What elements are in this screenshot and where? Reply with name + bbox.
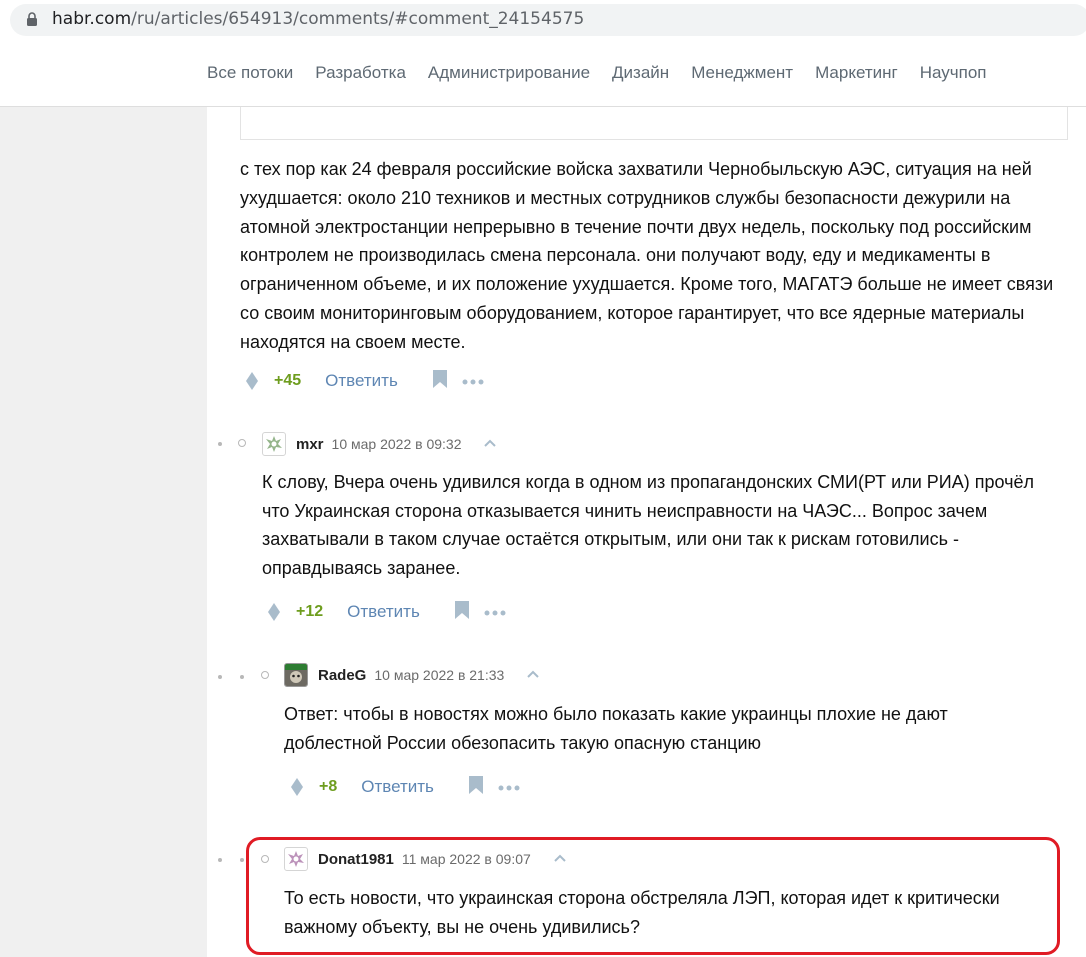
comment-score: +12: [296, 603, 324, 620]
collapse-up-icon[interactable]: [526, 666, 540, 684]
comment-header: RadeG 10 мар 2022 в 21:33: [284, 662, 540, 688]
nav-item-development[interactable]: Разработка: [315, 63, 406, 83]
nav-item-administration[interactable]: Администрирование: [428, 63, 590, 83]
bookmark-icon[interactable]: [454, 600, 470, 625]
thread-indent-dot: [218, 442, 222, 446]
browser-address-bar: habr.com/ru/articles/654913/comments/#co…: [0, 0, 1086, 40]
username[interactable]: mxr: [296, 436, 324, 453]
site-nav: Все потоки Разработка Администрирование …: [0, 40, 1086, 107]
reply-button[interactable]: Ответить: [347, 602, 420, 622]
nav-item-design[interactable]: Дизайн: [612, 63, 669, 83]
vote-icon[interactable]: [244, 371, 260, 391]
comment-score: +8: [319, 778, 338, 795]
nav-item-all[interactable]: Все потоки: [207, 63, 293, 83]
reply-button[interactable]: Ответить: [325, 371, 398, 391]
bookmark-icon[interactable]: [432, 369, 448, 394]
nav-item-marketing[interactable]: Маркетинг: [815, 63, 898, 83]
comment-actions: +12 Ответить: [266, 600, 506, 624]
thread-indent-dot: [218, 675, 222, 679]
thread-collapse-dot[interactable]: [238, 439, 246, 447]
collapse-up-icon[interactable]: [483, 435, 497, 453]
comment-header: mxr 10 мар 2022 в 09:32: [262, 431, 497, 457]
thread-collapse-dot[interactable]: [261, 671, 269, 679]
comment-actions: +45 Ответить: [244, 369, 484, 393]
username[interactable]: RadeG: [318, 667, 366, 684]
left-gutter: [0, 106, 207, 957]
nav-item-management[interactable]: Менеджмент: [691, 63, 793, 83]
comment-text: Ответ: чтобы в новостях можно было показ…: [284, 704, 948, 753]
comment-date[interactable]: 10 мар 2022 в 21:33: [374, 667, 504, 683]
lock-icon[interactable]: [26, 12, 38, 32]
thread-indent-dot: [240, 675, 244, 679]
more-icon[interactable]: [498, 778, 520, 796]
more-icon[interactable]: [462, 372, 484, 390]
nav-item-popsci[interactable]: Научпоп: [920, 63, 987, 83]
comment-score: +45: [274, 372, 302, 389]
comment-text: К слову, Вчера очень удивился когда в од…: [262, 472, 1034, 578]
bookmark-icon[interactable]: [468, 775, 484, 800]
thread-indent-dot: [240, 858, 244, 862]
more-icon[interactable]: [484, 603, 506, 621]
reply-button[interactable]: Ответить: [361, 777, 434, 797]
vote-icon[interactable]: [266, 602, 282, 622]
avatar[interactable]: [284, 663, 308, 687]
highlight-annotation: [246, 837, 1060, 955]
vote-icon[interactable]: [289, 777, 305, 797]
comment-actions: +8 Ответить: [289, 775, 520, 799]
quote-block: [240, 106, 1068, 140]
comment-date[interactable]: 10 мар 2022 в 09:32: [332, 436, 462, 452]
comment-text: с тех пор как 24 февраля российские войс…: [240, 159, 1054, 352]
avatar[interactable]: [262, 432, 286, 456]
thread-indent-dot: [218, 858, 222, 862]
url-text[interactable]: habr.com/ru/articles/654913/comments/#co…: [52, 9, 584, 29]
